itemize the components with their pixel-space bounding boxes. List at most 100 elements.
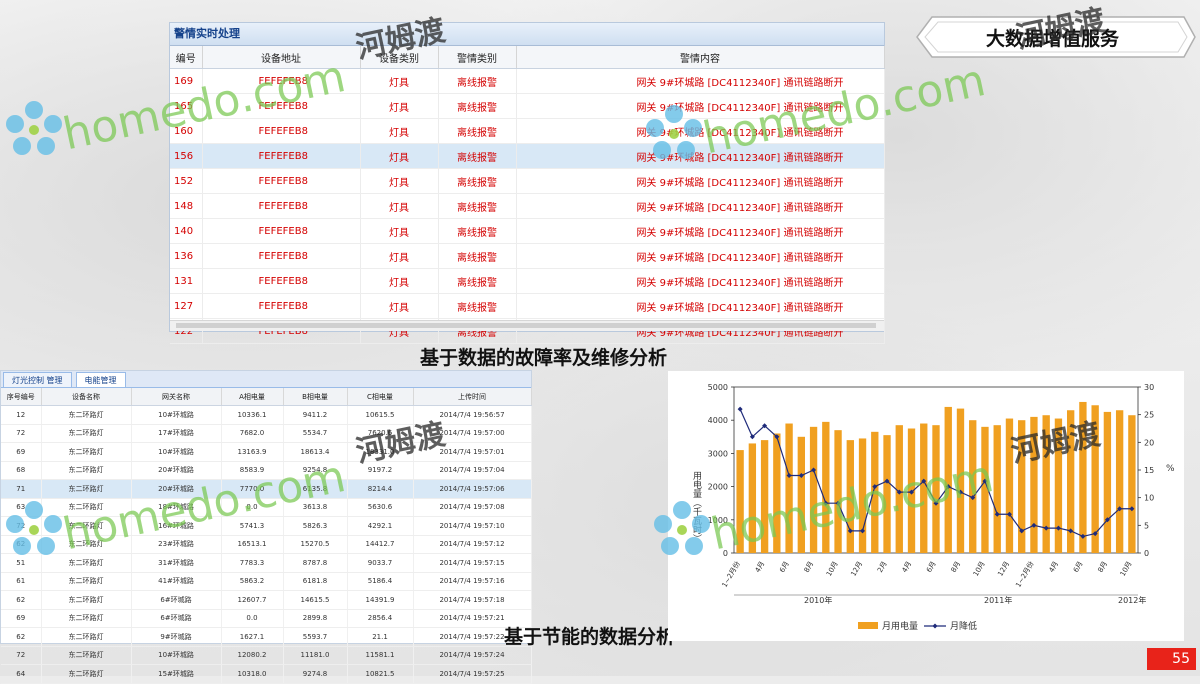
column-header[interactable]: 设备类别 (360, 46, 439, 69)
table-row[interactable]: 136 FEFEFEB8 灯具 离线报警 网关 9#环城路 [DC4112340F] 通… (170, 243, 885, 269)
column-header[interactable]: C相电量 (347, 388, 414, 406)
table-cell: 21.1 (347, 627, 414, 647)
energy-table: 序号编号 设备名称 网关名称 A相电量 B相电量 C相电量 上传时间 12 东二环路灯 10#环… (1, 388, 532, 684)
table-row[interactable]: 160 FEFEFEB8 灯具 离线报警 网关 9#环城路 [DC4112340F] 通… (170, 118, 885, 144)
table-row[interactable]: 156 FEFEFEB8 灯具 离线报警 网关 9#环城路 [DC4112340F] 通… (170, 143, 885, 169)
x-tick-label: 8月 (1096, 560, 1109, 574)
table-cell: 5593.7 (283, 627, 348, 647)
table-row[interactable]: 64 东二环路灯 15#环城路 10318.0 9274.8 10821.5 2014/7/… (1, 664, 532, 684)
chart-bar (834, 430, 842, 553)
column-header[interactable]: 设备名称 (41, 388, 132, 406)
scrollbar-thumb[interactable] (176, 323, 876, 328)
y-left-tick-label: 4000 (708, 416, 728, 425)
table-row[interactable]: 127 FEFEFEB8 灯具 离线报警 网关 9#环城路 [DC4112340F] 通… (170, 293, 885, 319)
table-cell: 51 (1, 553, 42, 573)
table-cell: 9254.8 (283, 461, 348, 480)
table-cell: 灯具 (360, 293, 439, 319)
x-tick-label: 10月 (1119, 560, 1134, 578)
chart-bar (883, 435, 891, 553)
table-cell: 5826.3 (283, 516, 348, 536)
column-header[interactable]: B相电量 (283, 388, 348, 406)
y-right-tick-label: 15 (1144, 466, 1154, 475)
column-header[interactable]: 设备地址 (202, 46, 361, 69)
table-cell: 东二环路灯 (41, 498, 132, 517)
table-cell: 7770.0 (221, 479, 284, 499)
table-cell: 东二环路灯 (41, 553, 132, 573)
column-header[interactable]: 警情内容 (516, 46, 885, 69)
table-cell: 东二环路灯 (41, 627, 132, 647)
chart-bar (1054, 418, 1063, 553)
table-row[interactable]: 12 东二环路灯 10#环城路 10336.1 9411.2 10615.5 2014/7/… (1, 405, 532, 425)
column-header[interactable]: 上传时间 (413, 388, 532, 406)
chart-bar (1005, 418, 1014, 553)
table-cell: 12 (1, 405, 42, 425)
table-cell: 2014/7/4 19:57:15 (413, 553, 532, 573)
table-cell: 10615.5 (347, 405, 414, 425)
table-cell: 62 (1, 590, 42, 610)
table-row[interactable]: 140 FEFEFEB8 灯具 离线报警 网关 9#环城路 [DC4112340F] 通… (170, 218, 885, 244)
y-right-axis-label: % (1166, 464, 1175, 474)
table-cell: 离线报警 (438, 268, 517, 294)
table-row[interactable]: 72 东二环路灯 17#环城路 7682.0 5534.7 7620.6 2014/7/4 … (1, 424, 532, 443)
table-row[interactable]: 62 东二环路灯 9#环城路 1627.1 5593.7 21.1 2014/7/4 19:… (1, 627, 532, 647)
x-tick-label: 10月 (825, 560, 840, 578)
column-header[interactable]: 序号编号 (1, 388, 42, 406)
column-header[interactable]: 网关名称 (131, 388, 222, 406)
table-cell: 网关 9#环城路 [DC4112340F] 通讯链路断开 (516, 118, 885, 144)
table-cell: 东二环路灯 (41, 535, 132, 554)
table-row[interactable]: 72 东二环路灯 16#环城路 5741.3 5826.3 4292.1 2014/7/4 … (1, 516, 532, 536)
tab-lighting-control[interactable]: 灯光控制 管理 (3, 372, 72, 387)
table-cell: 东二环路灯 (41, 479, 132, 499)
table-cell: 网关 9#环城路 [DC4112340F] 通讯链路断开 (516, 243, 885, 269)
table-cell: 3613.8 (283, 498, 348, 517)
legend-label: 月降低 (950, 620, 977, 632)
table-row[interactable]: 165 FEFEFEB8 灯具 离线报警 网关 9#环城路 [DC4112340F] 通… (170, 93, 885, 119)
table-cell: 2014/7/4 19:56:57 (413, 405, 532, 425)
table-cell: 69 (1, 442, 42, 462)
table-cell: 5534.7 (283, 424, 348, 443)
table-row[interactable]: 68 东二环路灯 20#环城路 8583.9 9254.8 9197.2 2014/7/4 … (1, 461, 532, 480)
table-row[interactable]: 169 FEFEFEB8 灯具 离线报警 网关 9#环城路 [DC4112340F] 通… (170, 68, 885, 94)
table-row[interactable]: 61 东二环路灯 41#环城路 5863.2 6181.8 5186.4 2014/7/4 … (1, 572, 532, 591)
table-row[interactable]: 152 FEFEFEB8 灯具 离线报警 网关 9#环城路 [DC4112340F] 通… (170, 168, 885, 194)
table-row[interactable]: 71 东二环路灯 20#环城路 7770.0 6135.8 8214.4 2014/7/4 … (1, 479, 532, 499)
table-row[interactable]: 72 东二环路灯 10#环城路 12080.2 11181.0 11581.1 2014/7… (1, 646, 532, 665)
table-row[interactable]: 62 东二环路灯 6#环城路 12607.7 14615.5 14391.9 2014/7/… (1, 590, 532, 610)
page-number: 55 (1147, 648, 1196, 670)
table-row[interactable]: 51 东二环路灯 31#环城路 7783.3 8787.8 9033.7 2014/7/4 … (1, 553, 532, 573)
table-row[interactable]: 69 东二环路灯 6#环城路 0.0 2899.8 2856.4 2014/7/4 19:5… (1, 609, 532, 628)
year-label: 2011年 (984, 595, 1012, 605)
tab-energy-management[interactable]: 电能管理 (75, 372, 126, 387)
table-cell: 2014/7/4 19:57:12 (413, 535, 532, 554)
chart-bar (981, 426, 989, 553)
column-header[interactable]: 警情类别 (438, 46, 517, 69)
table-cell: 69 (1, 609, 42, 628)
column-header[interactable]: 编号 (170, 46, 203, 69)
table-cell: 2014/7/4 19:57:18 (413, 590, 532, 610)
x-tick-label: 8月 (803, 560, 816, 574)
table-row[interactable]: 63 东二环路灯 18#环城路 0.0 3613.8 5630.6 2014/7/4 19:… (1, 498, 532, 517)
table-row[interactable]: 62 东二环路灯 23#环城路 16513.1 15270.5 14412.7 2014/7… (1, 535, 532, 554)
chart-bar (1115, 410, 1124, 553)
year-label: 2010年 (804, 595, 832, 605)
table-cell: 东二环路灯 (41, 572, 132, 591)
table-cell: 71 (1, 479, 42, 499)
table-cell: 2014/7/4 19:57:04 (413, 461, 532, 480)
x-tick-label: 6月 (925, 560, 938, 574)
table-row[interactable]: 69 东二环路灯 10#环城路 13163.9 18613.4 18331.0 2014/7… (1, 442, 532, 462)
table-cell: 离线报警 (438, 193, 517, 219)
table-cell: 1627.1 (221, 627, 284, 647)
table-cell: 160 (170, 118, 203, 144)
table-cell: 9197.2 (347, 461, 414, 480)
table-cell: 东二环路灯 (41, 405, 132, 425)
tab-bar: 灯光控制 管理 电能管理 (1, 371, 531, 388)
table-cell: 2856.4 (347, 609, 414, 628)
column-header[interactable]: A相电量 (221, 388, 284, 406)
table-cell: 62 (1, 627, 42, 647)
alarm-panel-title: 警情实时处理 (170, 23, 884, 46)
table-row[interactable]: 148 FEFEFEB8 灯具 离线报警 网关 9#环城路 [DC4112340F] 通… (170, 193, 885, 219)
table-row[interactable]: 131 FEFEFEB8 灯具 离线报警 网关 9#环城路 [DC4112340F] 通… (170, 268, 885, 294)
chart-bar (822, 421, 830, 553)
horizontal-scrollbar[interactable] (170, 320, 884, 331)
table-cell: 10318.0 (221, 664, 284, 684)
